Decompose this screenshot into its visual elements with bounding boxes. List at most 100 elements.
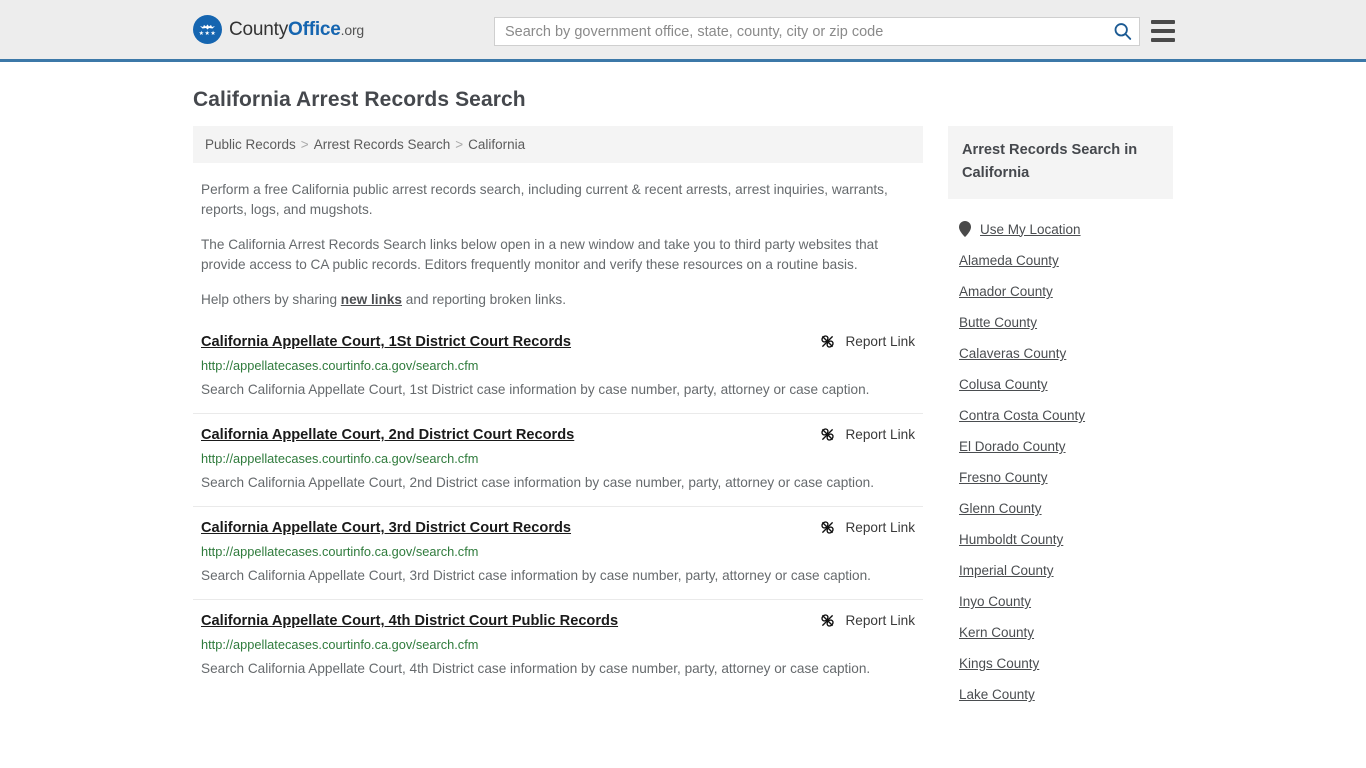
broken-link-icon — [819, 426, 836, 443]
breadcrumb-item-california[interactable]: California — [468, 137, 525, 152]
broken-link-icon — [819, 519, 836, 536]
result-header: California Appellate Court, 4th District… — [201, 611, 915, 631]
sidebar-item-county[interactable]: El Dorado County — [948, 431, 1173, 462]
broken-link-icon — [819, 612, 836, 629]
sidebar-item-county[interactable]: Amador County — [948, 276, 1173, 307]
result-item: California Appellate Court, 2nd District… — [193, 425, 923, 507]
search-icon — [1113, 22, 1132, 41]
result-header: California Appellate Court, 3rd District… — [201, 518, 915, 538]
sidebar-county-list: Use My Location Alameda County Amador Co… — [948, 213, 1173, 710]
search-button[interactable] — [1105, 18, 1139, 45]
sidebar-link-county[interactable]: Glenn County — [959, 501, 1042, 516]
broken-link-icon — [819, 333, 836, 350]
result-url: http://appellatecases.courtinfo.ca.gov/s… — [201, 544, 915, 560]
breadcrumb-separator: > — [455, 137, 463, 152]
result-url: http://appellatecases.courtinfo.ca.gov/s… — [201, 451, 915, 467]
report-link-button[interactable]: Report Link — [819, 612, 915, 629]
result-title-link[interactable]: California Appellate Court, 3rd District… — [201, 518, 571, 538]
sidebar-link-county[interactable]: Alameda County — [959, 253, 1059, 268]
result-item: California Appellate Court, 3rd District… — [193, 518, 923, 600]
sidebar-link-county[interactable]: Amador County — [959, 284, 1053, 299]
intro-paragraph-3-before: Help others by sharing — [201, 292, 341, 307]
hamburger-bar — [1151, 38, 1175, 42]
result-description: Search California Appellate Court, 1st D… — [201, 377, 915, 402]
sidebar-item-county[interactable]: Imperial County — [948, 555, 1173, 586]
sidebar-heading: Arrest Records Search in California — [948, 126, 1173, 199]
result-header: California Appellate Court, 2nd District… — [201, 425, 915, 445]
result-title-link[interactable]: California Appellate Court, 4th District… — [201, 611, 618, 631]
new-links-link[interactable]: new links — [341, 292, 402, 307]
main-column: Public Records > Arrest Records Search >… — [193, 126, 923, 703]
sidebar-item-county[interactable]: Kern County — [948, 617, 1173, 648]
page-body: California Arrest Records Search Public … — [0, 88, 1366, 710]
report-link-label: Report Link — [845, 613, 915, 628]
result-title-link[interactable]: California Appellate Court, 2nd District… — [201, 425, 574, 445]
sidebar-link-county[interactable]: Humboldt County — [959, 532, 1063, 547]
report-link-label: Report Link — [845, 427, 915, 442]
logo-text-tld: .org — [341, 22, 364, 38]
sidebar-item-use-my-location[interactable]: Use My Location — [948, 213, 1173, 245]
sidebar-link-county[interactable]: Imperial County — [959, 563, 1054, 578]
sidebar-link-county[interactable]: Kings County — [959, 656, 1039, 671]
result-description: Search California Appellate Court, 4th D… — [201, 656, 915, 681]
sidebar-link-county[interactable]: Inyo County — [959, 594, 1031, 609]
logo-wordmark: CountyOffice.org — [229, 19, 364, 41]
sidebar: Arrest Records Search in California Use … — [948, 126, 1173, 710]
sidebar-link-county[interactable]: Contra Costa County — [959, 408, 1085, 423]
sidebar-link-county[interactable]: Fresno County — [959, 470, 1048, 485]
sidebar-item-county[interactable]: Glenn County — [948, 493, 1173, 524]
sidebar-link-county[interactable]: Calaveras County — [959, 346, 1066, 361]
site-header: ★★★ CountyOffice.org — [0, 0, 1366, 62]
report-link-label: Report Link — [845, 334, 915, 349]
sidebar-item-county[interactable]: Inyo County — [948, 586, 1173, 617]
hamburger-menu-icon[interactable] — [1151, 20, 1175, 42]
sidebar-item-county[interactable]: Calaveras County — [948, 338, 1173, 369]
sidebar-item-county[interactable]: Contra Costa County — [948, 400, 1173, 431]
report-link-label: Report Link — [845, 520, 915, 535]
breadcrumb-item-public-records[interactable]: Public Records — [205, 137, 296, 152]
sidebar-link-county[interactable]: El Dorado County — [959, 439, 1066, 454]
breadcrumb-separator: > — [301, 137, 309, 152]
sidebar-item-county[interactable]: Alameda County — [948, 245, 1173, 276]
eagle-seal-icon: ★★★ — [193, 15, 222, 44]
site-logo[interactable]: ★★★ CountyOffice.org — [193, 15, 364, 44]
intro-paragraph-3: Help others by sharing new links and rep… — [193, 290, 923, 310]
report-link-button[interactable]: Report Link — [819, 333, 915, 350]
sidebar-link-county[interactable]: Colusa County — [959, 377, 1048, 392]
sidebar-item-county[interactable]: Kings County — [948, 648, 1173, 679]
sidebar-item-county[interactable]: Lake County — [948, 679, 1173, 710]
sidebar-item-county[interactable]: Fresno County — [948, 462, 1173, 493]
result-description: Search California Appellate Court, 3rd D… — [201, 563, 915, 588]
sidebar-link-use-my-location[interactable]: Use My Location — [980, 222, 1081, 237]
search-input[interactable] — [495, 18, 1105, 45]
result-title-link[interactable]: California Appellate Court, 1St District… — [201, 332, 571, 352]
result-item: California Appellate Court, 4th District… — [193, 611, 923, 692]
result-item: California Appellate Court, 1St District… — [193, 332, 923, 414]
sidebar-item-county[interactable]: Humboldt County — [948, 524, 1173, 555]
sidebar-link-county[interactable]: Butte County — [959, 315, 1037, 330]
breadcrumb: Public Records > Arrest Records Search >… — [193, 126, 923, 163]
content-row: Public Records > Arrest Records Search >… — [193, 126, 1173, 710]
page-title: California Arrest Records Search — [193, 88, 1173, 112]
results-list: California Appellate Court, 1St District… — [193, 332, 923, 692]
sidebar-link-county[interactable]: Lake County — [959, 687, 1035, 702]
result-url: http://appellatecases.courtinfo.ca.gov/s… — [201, 637, 915, 653]
hamburger-bar — [1151, 29, 1175, 33]
sidebar-item-county[interactable]: Colusa County — [948, 369, 1173, 400]
report-link-button[interactable]: Report Link — [819, 426, 915, 443]
map-pin-icon — [959, 221, 971, 237]
breadcrumb-item-arrest-records-search[interactable]: Arrest Records Search — [314, 137, 451, 152]
intro-paragraph-3-after: and reporting broken links. — [402, 292, 566, 307]
intro-paragraph-2: The California Arrest Records Search lin… — [193, 235, 923, 275]
seal-stars: ★★★ — [199, 31, 217, 37]
logo-text-office: Office — [288, 19, 341, 40]
sidebar-item-county[interactable]: Butte County — [948, 307, 1173, 338]
intro-paragraph-1: Perform a free California public arrest … — [193, 180, 923, 220]
report-link-button[interactable]: Report Link — [819, 519, 915, 536]
result-url: http://appellatecases.courtinfo.ca.gov/s… — [201, 358, 915, 374]
result-description: Search California Appellate Court, 2nd D… — [201, 470, 915, 495]
result-header: California Appellate Court, 1St District… — [201, 332, 915, 352]
sidebar-link-county[interactable]: Kern County — [959, 625, 1034, 640]
logo-text-county: County — [229, 19, 288, 40]
hamburger-bar — [1151, 20, 1175, 24]
